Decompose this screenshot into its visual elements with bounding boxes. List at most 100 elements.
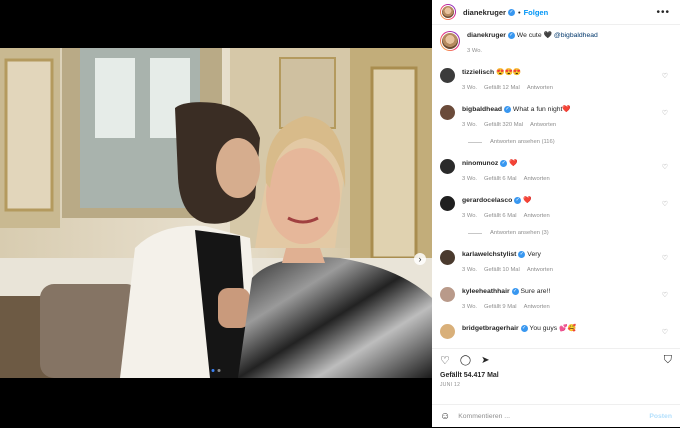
comment-time: 3 Wo. bbox=[462, 213, 478, 219]
post-comment-button[interactable]: Posten bbox=[649, 413, 672, 420]
verified-badge-icon: ✓ bbox=[500, 159, 508, 167]
separator-dot: • bbox=[517, 7, 521, 17]
comment-like-heart-icon[interactable]: ♡ bbox=[662, 291, 668, 299]
commenter-avatar[interactable] bbox=[440, 196, 455, 211]
commenter-username[interactable]: bridgetbragerhair bbox=[462, 325, 519, 332]
comment-item: bridgetbragerhair ✓ You guys 💕🥰 ♡ bbox=[440, 324, 672, 339]
caption-time: 3 Wo. bbox=[467, 48, 483, 54]
comment-time: 3 Wo. bbox=[462, 176, 478, 182]
comment-text: ❤️ bbox=[523, 197, 532, 204]
commenter-avatar[interactable] bbox=[440, 159, 455, 174]
comment-likes[interactable]: Gefällt 12 Mal bbox=[484, 85, 520, 91]
chevron-right-icon: › bbox=[418, 254, 422, 264]
commenter-avatar[interactable] bbox=[440, 324, 455, 339]
comment-like-heart-icon[interactable]: ♡ bbox=[662, 254, 668, 262]
comment-item: tizzielisch 😍😍😍 3 Wo. Gefällt 12 Mal Antwor… bbox=[440, 68, 672, 93]
comments-list[interactable]: dianekruger ✓ We cute 🖤 @bigbaldhead 3 Wo… bbox=[432, 28, 680, 346]
verified-badge-icon: ✓ bbox=[504, 105, 512, 113]
comment-like-heart-icon[interactable]: ♡ bbox=[662, 200, 668, 208]
comment-like-heart-icon[interactable]: ♡ bbox=[662, 72, 668, 80]
carousel-dot bbox=[217, 369, 221, 372]
commenter-avatar[interactable] bbox=[440, 287, 455, 302]
follow-button[interactable]: Folgen bbox=[524, 8, 549, 17]
commenter-avatar[interactable] bbox=[440, 68, 455, 83]
like-count[interactable]: Gefällt 54.417 Mal bbox=[432, 367, 680, 379]
carousel-dot-active bbox=[211, 369, 215, 372]
author-avatar[interactable] bbox=[440, 4, 456, 20]
comment-item: gerardocelasco ✓ ❤️ 3 Wo. Gefällt 6 Mal Antw… bbox=[440, 196, 672, 236]
comment-likes[interactable]: Gefällt 6 Mal bbox=[484, 213, 517, 219]
comment-text: Very bbox=[527, 251, 541, 258]
more-options-icon[interactable]: ••• bbox=[656, 7, 670, 18]
photo-illustration bbox=[0, 48, 432, 378]
view-replies-label: Antworten ansehen (116) bbox=[490, 139, 555, 145]
comment-text: What a fun night❤️ bbox=[512, 106, 571, 113]
verified-badge-icon: ✓ bbox=[511, 287, 519, 295]
comment-form: ☺ Kommentieren ... Posten bbox=[432, 404, 680, 428]
replies-divider bbox=[468, 232, 482, 234]
media-area: › bbox=[0, 0, 432, 427]
post-date: JUNI 12 bbox=[440, 382, 461, 388]
reply-button[interactable]: Antworten bbox=[527, 267, 553, 273]
carousel-indicator bbox=[211, 369, 221, 372]
verified-badge-icon: ✓ bbox=[507, 31, 515, 39]
reply-button[interactable]: Antworten bbox=[524, 304, 550, 310]
comment-icon[interactable]: ◯ bbox=[460, 355, 471, 366]
comment-text: You guys 💕🥰 bbox=[529, 325, 576, 332]
reply-button[interactable]: Antworten bbox=[530, 122, 556, 128]
comment-likes[interactable]: Gefällt 6 Mal bbox=[484, 176, 517, 182]
comment-text: Sure are!! bbox=[520, 288, 551, 295]
save-bookmark-icon[interactable]: ⛉ bbox=[664, 354, 672, 367]
like-heart-icon[interactable]: ♡ bbox=[440, 354, 450, 367]
comment-like-heart-icon[interactable]: ♡ bbox=[662, 109, 668, 117]
verified-badge-icon: ✓ bbox=[507, 8, 515, 16]
comment-item: bigbaldhead ✓ What a fun night❤️ 3 Wo. Gefä… bbox=[440, 105, 672, 145]
comment-likes[interactable]: Gefällt 320 Mal bbox=[484, 122, 523, 128]
post-side-panel: dianekruger ✓ • Folgen ••• dianekruger ✓ … bbox=[432, 0, 680, 427]
share-icon[interactable]: ➤ bbox=[481, 355, 489, 366]
caption: dianekruger ✓ We cute 🖤 @bigbaldhead 3 Wo… bbox=[440, 31, 672, 56]
next-image-button[interactable]: › bbox=[414, 253, 426, 265]
commenter-avatar[interactable] bbox=[440, 250, 455, 265]
commenter-username[interactable]: bigbaldhead bbox=[462, 106, 502, 113]
commenter-username[interactable]: tizzielisch bbox=[462, 69, 494, 76]
comment-likes[interactable]: Gefällt 9 Mal bbox=[484, 304, 517, 310]
comment-like-heart-icon[interactable]: ♡ bbox=[662, 328, 668, 336]
comment-text: ❤️ bbox=[509, 160, 518, 167]
comment-text: 😍😍😍 bbox=[496, 69, 522, 76]
post-header: dianekruger ✓ • Folgen ••• bbox=[432, 0, 680, 25]
post-actions: ♡ ◯ ➤ ⛉ Gefällt 54.417 Mal JUNI 12 ☺ Kom… bbox=[432, 348, 680, 428]
comment-time: 3 Wo. bbox=[462, 85, 478, 91]
comment-item: ninomunoz ✓ ❤️ 3 Wo. Gefällt 6 Mal Antworten… bbox=[440, 159, 672, 184]
caption-avatar[interactable] bbox=[440, 31, 460, 51]
comment-input[interactable]: Kommentieren ... bbox=[458, 413, 510, 420]
post-modal: › dianekruger ✓ • Folgen ••• dianekruger… bbox=[0, 0, 680, 427]
comment-time: 3 Wo. bbox=[462, 122, 478, 128]
view-replies-button[interactable]: Antworten ansehen (3) bbox=[468, 230, 672, 236]
replies-divider bbox=[468, 141, 482, 143]
commenter-username[interactable]: karlawelchstylist bbox=[462, 251, 516, 258]
verified-badge-icon: ✓ bbox=[514, 196, 522, 204]
commenter-username[interactable]: gerardocelasco bbox=[462, 197, 512, 204]
emoji-icon[interactable]: ☺ bbox=[440, 411, 450, 422]
reply-button[interactable]: Antworten bbox=[527, 85, 553, 91]
verified-badge-icon: ✓ bbox=[520, 324, 528, 332]
post-image[interactable]: › bbox=[0, 48, 432, 378]
comment-item: karlawelchstylist ✓ Very 3 Wo. Gefällt 10 M… bbox=[440, 250, 672, 275]
verified-badge-icon: ✓ bbox=[518, 250, 526, 258]
commenter-avatar[interactable] bbox=[440, 105, 455, 120]
view-replies-button[interactable]: Antworten ansehen (116) bbox=[468, 139, 672, 145]
commenter-username[interactable]: kyleeheathhair bbox=[462, 288, 510, 295]
caption-text: We cute 🖤 bbox=[516, 32, 552, 39]
view-replies-label: Antworten ansehen (3) bbox=[490, 230, 549, 236]
comment-time: 3 Wo. bbox=[462, 304, 478, 310]
caption-mention-link[interactable]: @bigbaldhead bbox=[554, 32, 598, 39]
comment-item: kyleeheathhair ✓ Sure are!! 3 Wo. Gefällt 9… bbox=[440, 287, 672, 312]
comment-like-heart-icon[interactable]: ♡ bbox=[662, 163, 668, 171]
reply-button[interactable]: Antworten bbox=[524, 213, 550, 219]
comment-likes[interactable]: Gefällt 10 Mal bbox=[484, 267, 520, 273]
reply-button[interactable]: Antworten bbox=[524, 176, 550, 182]
caption-username[interactable]: dianekruger bbox=[467, 32, 506, 39]
commenter-username[interactable]: ninomunoz bbox=[462, 160, 498, 167]
author-username[interactable]: dianekruger bbox=[463, 8, 506, 17]
